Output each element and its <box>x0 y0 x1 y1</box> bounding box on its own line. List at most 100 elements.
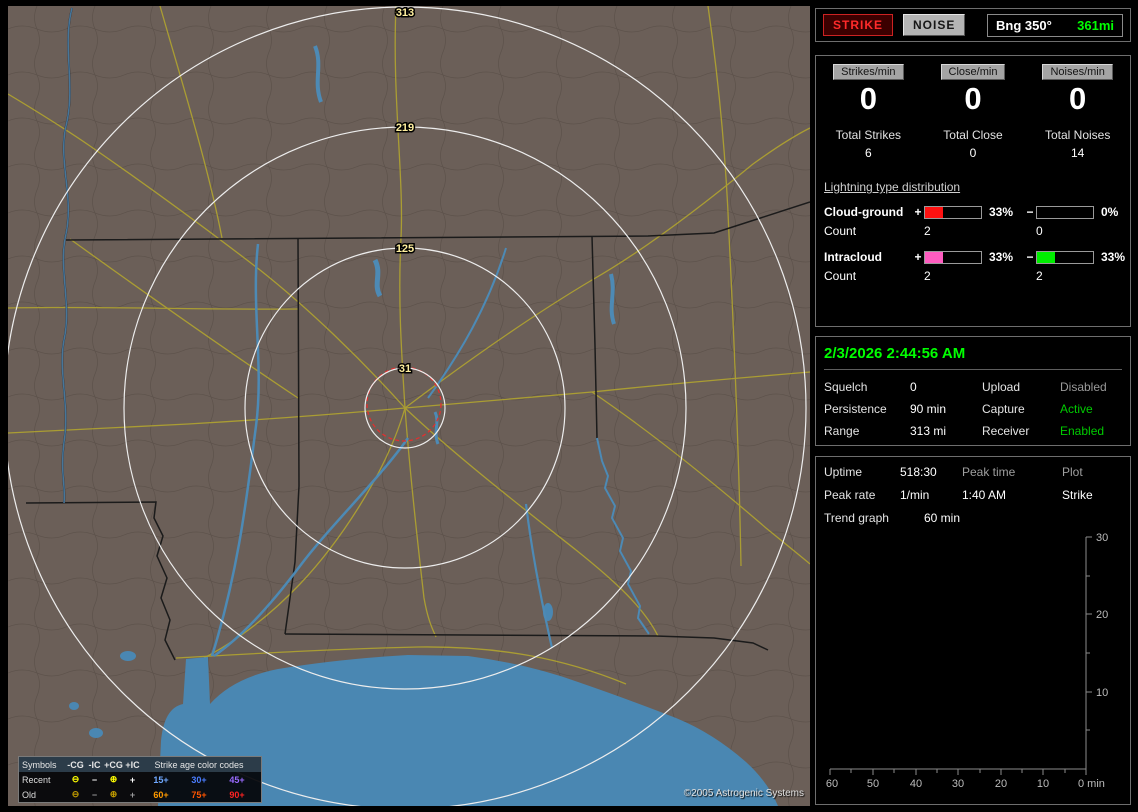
plus-sign: + <box>914 250 922 264</box>
upload-label: Upload <box>982 380 1021 394</box>
noise-button[interactable]: NOISE <box>903 14 966 36</box>
uptime-value: 518:30 <box>900 465 937 479</box>
settings-row: Persistence 90 min Capture Active <box>824 402 1122 416</box>
total-close-label: Total Close <box>943 128 1003 142</box>
squelch-label: Squelch <box>824 380 868 394</box>
old-neg-ic-symbol: − <box>91 789 98 800</box>
trend-graph-row: Trend graph 60 min <box>824 511 1122 525</box>
map-legend: Symbols -CG -IC +CG +IC Strike age color… <box>18 756 262 803</box>
peak-time-value: 1:40 AM <box>962 488 1007 502</box>
lightning-map[interactable]: 313 219 125 31 Symbols -CG -IC +CG +IC S… <box>8 6 810 806</box>
recent-pos-cg-symbol: ⊕ <box>109 774 118 784</box>
settings-row: Range 313 mi Receiver Enabled <box>824 424 1122 438</box>
legend-col-pos-ic: +IC <box>125 759 140 770</box>
current-datetime: 2/3/2026 2:44:56 AM <box>824 345 966 362</box>
intracloud-label: Intracloud <box>824 250 883 264</box>
legend-recent-label: Recent <box>22 774 51 785</box>
ic-plus-bar <box>924 250 982 264</box>
age-30: 30+ <box>191 774 207 785</box>
range-label-125: 125 <box>396 243 414 255</box>
ic-minus-bar <box>1036 250 1094 264</box>
recent-pos-ic-symbol: + <box>129 774 136 785</box>
legend-col-neg-cg: -CG <box>67 759 84 770</box>
strikes-per-min-header[interactable]: Strikes/min <box>833 64 904 80</box>
trend-x-30: 30 <box>952 778 964 790</box>
age-45: 45+ <box>229 774 245 785</box>
legend-age-title: Strike age color codes <box>154 759 244 770</box>
legend-col-neg-ic: -IC <box>88 759 101 770</box>
minus-sign: − <box>1026 250 1034 264</box>
trend-tick-labels: 30 20 10 60 50 40 30 20 10 0 min <box>826 532 1108 790</box>
trend-y-20: 20 <box>1096 609 1108 621</box>
age-15: 15+ <box>153 774 169 785</box>
legend-recent-row: Recent ⊖ − ⊕ + 15+ 30+ 45+ <box>19 772 261 787</box>
upload-status: Disabled <box>1060 380 1107 394</box>
trend-x-0-min: 0 min <box>1078 778 1105 790</box>
recent-neg-ic-symbol: − <box>91 774 98 785</box>
peak-time-label: Peak time <box>962 465 1016 479</box>
cg-minus-pct: 0% <box>1101 205 1119 219</box>
cg-plus-bar <box>924 205 982 219</box>
age-75: 75+ <box>191 789 207 800</box>
total-close-value: 0 <box>969 146 977 160</box>
legend-old-row: Old ⊖ − ⊕ + 60+ 75+ 90+ <box>19 787 261 802</box>
plot-value: Strike <box>1062 488 1093 502</box>
peak-rate-label: Peak rate <box>824 488 876 502</box>
trend-graph-value: 60 min <box>924 511 961 525</box>
bearing-label: Bng 350° <box>996 17 1052 33</box>
close-per-min-value: 0 <box>964 81 982 116</box>
intracloud-count-row: Count 2 2 <box>824 269 1122 283</box>
noises-per-min-value: 0 <box>1069 81 1087 116</box>
age-90: 90+ <box>229 789 245 800</box>
plus-sign: + <box>914 205 922 219</box>
capture-status: Active <box>1060 402 1093 416</box>
ic-plus-bar-fill <box>925 251 944 263</box>
legend-old-label: Old <box>22 789 37 800</box>
stats-panel: Strikes/min Close/min Noises/min 0 0 0 T… <box>815 55 1131 327</box>
total-noises-label: Total Noises <box>1044 128 1111 142</box>
strikes-per-min-value: 0 <box>859 81 877 116</box>
copyright-text: ©2005 Astrogenic Systems <box>683 788 804 799</box>
old-pos-ic-symbol: + <box>129 789 136 800</box>
peak-rate-row: Peak rate 1/min 1:40 AM Strike <box>824 488 1122 502</box>
old-pos-cg-symbol: ⊕ <box>109 789 118 799</box>
peak-rate-value: 1/min <box>900 488 930 502</box>
legend-col-pos-cg: +CG <box>104 759 123 770</box>
trend-x-40: 40 <box>910 778 922 790</box>
legend-header-row: Symbols -CG -IC +CG +IC Strike age color… <box>19 757 261 772</box>
total-strikes-label: Total Strikes <box>835 128 901 142</box>
cg-minus-count: 0 <box>1036 224 1043 238</box>
minus-sign: − <box>1026 205 1034 219</box>
ic-count-label: Count <box>824 269 857 283</box>
trend-graph: 30 20 10 60 50 40 30 20 10 0 min <box>826 532 1108 790</box>
plot-label: Plot <box>1062 465 1083 479</box>
ic-minus-bar-fill <box>1037 251 1056 263</box>
close-per-min-header[interactable]: Close/min <box>940 64 1006 80</box>
trend-y-10: 10 <box>1096 687 1108 699</box>
trend-y-30: 30 <box>1096 532 1108 544</box>
recent-neg-cg-symbol: ⊖ <box>71 774 80 784</box>
cloud-ground-label: Cloud-ground <box>824 205 904 219</box>
ic-plus-count: 2 <box>924 269 931 283</box>
map-canvas[interactable]: 313 219 125 31 <box>8 6 810 806</box>
separator-line <box>824 369 1122 370</box>
trend-x-20: 20 <box>995 778 1007 790</box>
total-noises-value: 14 <box>1070 146 1085 160</box>
ic-minus-pct: 33% <box>1101 250 1126 264</box>
clock-settings-panel: 2/3/2026 2:44:56 AM Squelch 0 Upload Dis… <box>815 336 1131 446</box>
cloud-ground-row: Cloud-ground + 33% − 0% <box>824 205 1122 219</box>
intracloud-row: Intracloud + 33% − 33% <box>824 250 1125 264</box>
receiver-status: Enabled <box>1060 424 1105 438</box>
uptime-row: Uptime 518:30 Peak time Plot <box>824 465 1122 479</box>
noises-per-min-header[interactable]: Noises/min <box>1042 64 1113 80</box>
bearing-value: 361mi <box>1077 17 1114 33</box>
range-label: Range <box>824 424 860 438</box>
trend-x-60: 60 <box>826 778 838 790</box>
trend-graph-label: Trend graph <box>824 511 889 525</box>
legend-symbols-header: Symbols <box>22 759 57 770</box>
cg-plus-bar-fill <box>925 206 944 218</box>
ic-plus-pct: 33% <box>989 250 1014 264</box>
strike-button[interactable]: STRIKE <box>823 14 894 36</box>
persistence-value: 90 min <box>910 402 947 416</box>
cg-plus-pct: 33% <box>989 205 1014 219</box>
